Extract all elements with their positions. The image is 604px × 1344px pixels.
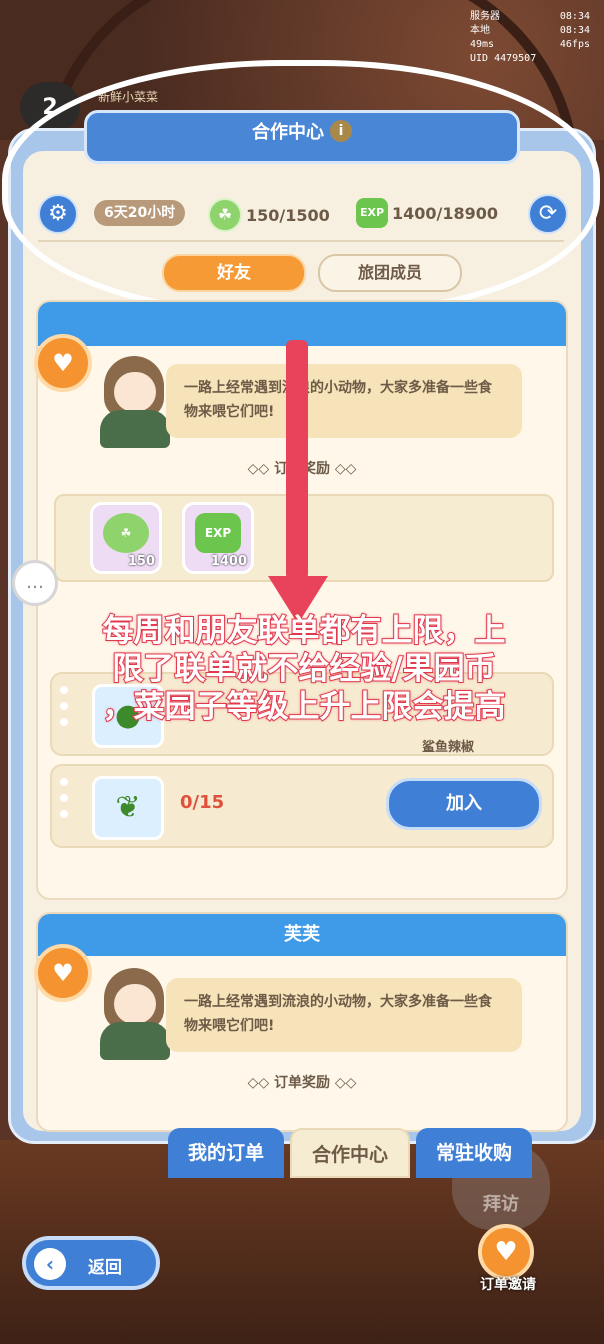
card-header: 芙芙 bbox=[38, 914, 566, 956]
row-dots bbox=[60, 778, 68, 838]
annotation-line-1: 每周和朋友联单都有上限，上 bbox=[102, 612, 507, 650]
avatar-face bbox=[114, 984, 156, 1024]
back-button[interactable]: ‹ 返回 bbox=[22, 1236, 160, 1290]
annotation-highlight-circle bbox=[2, 60, 600, 318]
tab-coop-center[interactable]: 合作中心 bbox=[290, 1128, 410, 1178]
order-reward-label: ◇◇ 订单奖励 ◇◇ bbox=[202, 1072, 402, 1092]
reward-exp[interactable]: EXP 1400 bbox=[182, 502, 254, 574]
ornament-left-icon: ◇◇ bbox=[247, 1075, 274, 1091]
fps: 46fps bbox=[559, 39, 590, 50]
avatar-face bbox=[114, 372, 156, 412]
server-label: 服务器 bbox=[470, 11, 500, 22]
ornament-right-icon: ◇◇ bbox=[330, 1075, 357, 1091]
ornament-right-icon: ◇◇ bbox=[330, 461, 357, 477]
order-item-label: 鲨鱼辣椒 bbox=[422, 740, 475, 755]
back-arrow-icon: ‹ bbox=[34, 1248, 66, 1280]
reward-coin[interactable]: ☘ 150 bbox=[90, 502, 162, 574]
annotation-text: 每周和朋友联单都有上限，上 限了联单就不给经验/果园币 ，菜园子等级上升上限会提… bbox=[14, 612, 594, 726]
heart-icon: ♥ bbox=[494, 1237, 518, 1267]
local-time: 08:34 bbox=[559, 25, 590, 36]
annotation-line-3: ，菜园子等级上升上限会提高 bbox=[102, 688, 507, 726]
chat-icon[interactable]: … bbox=[12, 560, 58, 606]
reward-label-text: 订单奖励 bbox=[274, 1075, 330, 1091]
status-overlay: 服务器 08:34 本地 08:34 49ms 46fps UID 4479507 bbox=[470, 10, 590, 66]
order-row-2: ❦ 0/15 加入 bbox=[50, 764, 554, 848]
order-progress: 0/15 bbox=[180, 792, 225, 813]
uid: UID 4479507 bbox=[470, 53, 537, 64]
clover-coin-icon: ☘ bbox=[103, 513, 149, 553]
avatar-body bbox=[100, 410, 170, 448]
reward-qty: 1400 bbox=[210, 554, 247, 569]
annotation-arrow-shaft bbox=[286, 340, 308, 580]
server-time: 08:34 bbox=[559, 11, 590, 22]
join-button[interactable]: 加入 bbox=[386, 778, 542, 830]
order-invite-button[interactable]: ♥ bbox=[478, 1224, 534, 1280]
npc-speech-bubble: 一路上经常遇到流浪的小动物，大家多准备一些食物来喂它们吧! bbox=[166, 978, 522, 1052]
heart-badge-icon: ♥ bbox=[34, 944, 92, 1002]
ping: 49ms bbox=[470, 39, 495, 50]
tab-my-orders[interactable]: 我的订单 bbox=[168, 1128, 284, 1178]
avatar-body bbox=[100, 1022, 170, 1060]
pea-pod-icon[interactable]: ❦ bbox=[92, 776, 164, 840]
reward-qty: 150 bbox=[127, 554, 155, 569]
ornament-left-icon: ◇◇ bbox=[247, 461, 274, 477]
tab-regular-purchase[interactable]: 常驻收购 bbox=[416, 1128, 532, 1178]
npc-speech-bubble: 一路上经常遇到流浪的小动物，大家多准备一些食物来喂它们吧! bbox=[166, 364, 522, 438]
order-invite-label: 订单邀请 bbox=[480, 1277, 536, 1293]
exp-icon: EXP bbox=[195, 513, 241, 553]
local-label: 本地 bbox=[470, 25, 490, 36]
heart-badge-icon: ♥ bbox=[34, 334, 92, 392]
annotation-line-2: 限了联单就不给经验/果园币 bbox=[111, 650, 496, 688]
back-label: 返回 bbox=[88, 1258, 122, 1278]
